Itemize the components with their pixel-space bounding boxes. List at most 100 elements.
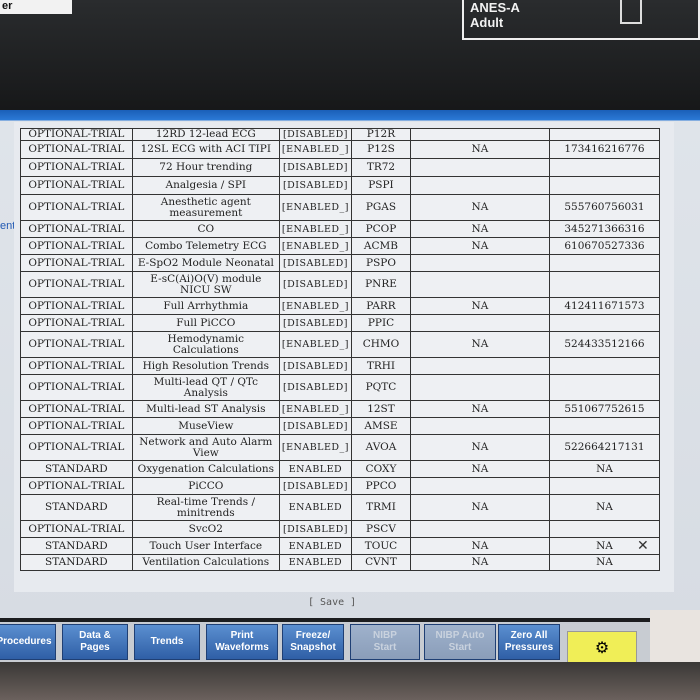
save-button[interactable]: [ Save ] (308, 597, 356, 608)
status-cell: [DISABLED] (278, 254, 353, 272)
status-cell: [DISABLED] (278, 520, 353, 538)
option-name-cell: SvcO2 (131, 520, 280, 538)
left-cut-label: ent (0, 220, 16, 232)
option-code-cell: PSPI (351, 176, 411, 195)
license-key-cell (548, 477, 661, 495)
license-type-cell: OPTIONAL-TRIAL (20, 400, 133, 418)
license-type-cell: STANDARD (20, 554, 133, 571)
license-type-cell: OPTIONAL-TRIAL (20, 254, 133, 272)
option-name-cell: Full PiCCO (131, 314, 280, 332)
status-cell: ENABLED (278, 554, 353, 571)
trends-button[interactable]: Trends (134, 624, 200, 660)
nibp-start-button[interactable]: NIBP Start (350, 624, 420, 660)
nibp-auto-start-button[interactable]: NIBP Auto Start (424, 624, 496, 660)
na-flag-cell (409, 520, 550, 538)
print-waveforms-button[interactable]: Print Waveforms (206, 624, 278, 660)
na-flag-cell (409, 176, 550, 195)
table-row: OPTIONAL-TRIAL Combo Telemetry ECG [ENABLE… (20, 237, 661, 255)
table-row: OPTIONAL-TRIAL Anesthetic agent measureme… (20, 194, 661, 221)
option-name-cell: Anesthetic agent measurement (131, 194, 280, 221)
na-flag-cell: NA (409, 400, 550, 418)
data-pages-button[interactable]: Data & Pages (62, 624, 128, 660)
status-cell: [DISABLED] (278, 271, 353, 298)
na-flag-cell: NA (409, 297, 550, 315)
table-row: OPTIONAL-TRIAL Multi-lead QT / QTc Analys… (20, 374, 661, 401)
option-code-cell: PSPO (351, 254, 411, 272)
monitor-frame-edge (650, 610, 700, 670)
option-name-cell: Network and Auto Alarm View (131, 434, 280, 461)
status-cell: [ENABLED_] (278, 331, 353, 358)
na-flag-cell (409, 128, 550, 141)
na-flag-cell (409, 374, 550, 401)
table-row: OPTIONAL-TRIAL E-SpO2 Module Neonatal [DIS… (20, 254, 661, 272)
option-code-cell: PCOP (351, 220, 411, 238)
table-row: STANDARD Ventilation Calculations ENABLED C… (20, 554, 661, 571)
license-type-cell: OPTIONAL-TRIAL (20, 434, 133, 461)
zero-all-pressures-button[interactable]: Zero All Pressures (498, 624, 560, 660)
na-flag-cell: NA (409, 237, 550, 255)
close-icon[interactable]: ✕ (637, 538, 649, 554)
license-key-cell: 173416216776 (548, 140, 661, 159)
license-key-cell: 522664217131 (548, 434, 661, 461)
na-flag-cell: NA (409, 434, 550, 461)
status-cell: ENABLED (278, 537, 353, 555)
option-code-cell: ACMB (351, 237, 411, 255)
option-code-cell: AVOA (351, 434, 411, 461)
license-type-cell: STANDARD (20, 460, 133, 478)
option-code-cell: TR72 (351, 158, 411, 177)
table-row: OPTIONAL-TRIAL E-sC(Ai)O(V) module NICU S… (20, 271, 661, 298)
status-cell: [ENABLED_] (278, 140, 353, 159)
status-cell: [DISABLED] (278, 176, 353, 195)
na-flag-cell (409, 158, 550, 177)
bed-icon (620, 0, 642, 24)
table-row: OPTIONAL-TRIAL Multi-lead ST Analysis [ENA… (20, 400, 661, 418)
license-type-cell: OPTIONAL-TRIAL (20, 520, 133, 538)
table-row: STANDARD Real-time Trends / minitrends ENA… (20, 494, 661, 521)
license-type-cell: OPTIONAL-TRIAL (20, 331, 133, 358)
option-name-cell: Touch User Interface (131, 537, 280, 555)
na-flag-cell: NA (409, 537, 550, 555)
status-cell: [ENABLED_] (278, 400, 353, 418)
status-cell: [ENABLED_] (278, 237, 353, 255)
alarm-silence-button[interactable]: ⚙ (567, 631, 637, 663)
na-flag-cell: NA (409, 554, 550, 571)
option-code-cell: P12R (351, 128, 411, 141)
option-name-cell: Multi-lead ST Analysis (131, 400, 280, 418)
license-type-cell: OPTIONAL-TRIAL (20, 271, 133, 298)
option-code-cell: PARR (351, 297, 411, 315)
status-cell: [ENABLED_] (278, 194, 353, 221)
freeze-snapshot-button[interactable]: Freeze/ Snapshot (282, 624, 344, 660)
license-type-cell: OPTIONAL-TRIAL (20, 140, 133, 159)
status-cell: [DISABLED] (278, 128, 353, 141)
license-key-cell (548, 520, 661, 538)
na-flag-cell: NA (409, 331, 550, 358)
license-key-cell (548, 417, 661, 435)
status-cell: [DISABLED] (278, 417, 353, 435)
license-type-cell: OPTIONAL-TRIAL (20, 477, 133, 495)
procedures-button[interactable]: Procedures (0, 624, 56, 660)
table-row: OPTIONAL-TRIAL Network and Auto Alarm Vie… (20, 434, 661, 461)
na-flag-cell (409, 357, 550, 375)
na-flag-cell: NA (409, 194, 550, 221)
na-flag-cell (409, 254, 550, 272)
option-code-cell: P12S (351, 140, 411, 159)
option-code-cell: PNRE (351, 271, 411, 298)
license-key-cell: 524433512166 (548, 331, 661, 358)
license-type-cell: OPTIONAL-TRIAL (20, 314, 133, 332)
license-key-cell: NA (548, 494, 661, 521)
status-cell: ENABLED (278, 494, 353, 521)
profile-label: ANES-A (470, 0, 520, 15)
table-row: OPTIONAL-TRIAL 72 Hour trending [DISABLED]… (20, 158, 661, 177)
na-flag-cell (409, 271, 550, 298)
option-name-cell: Ventilation Calculations (131, 554, 280, 571)
option-name-cell: 12SL ECG with ACI TIPI (131, 140, 280, 159)
option-name-cell: Hemodynamic Calculations (131, 331, 280, 358)
table-row: OPTIONAL-TRIAL Full Arrhythmia [ENABLED_] P… (20, 297, 661, 315)
option-code-cell: TOUC (351, 537, 411, 555)
option-code-cell: TRHI (351, 357, 411, 375)
option-code-cell: CVNT (351, 554, 411, 571)
patient-info-box[interactable]: ANES-A Adult (462, 0, 700, 40)
na-flag-cell (409, 314, 550, 332)
option-code-cell: 12ST (351, 400, 411, 418)
status-cell: [DISABLED] (278, 374, 353, 401)
